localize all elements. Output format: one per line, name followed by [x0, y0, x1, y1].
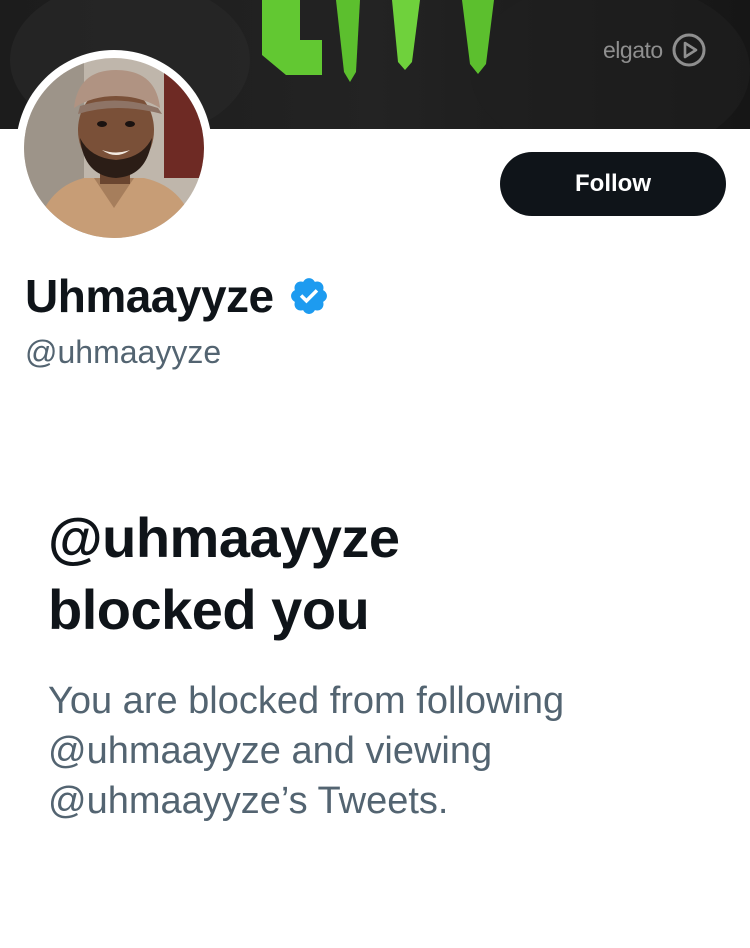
follow-button[interactable]: Follow [500, 152, 726, 216]
blocked-description: You are blocked from following @uhmaayyz… [48, 676, 708, 826]
profile-handle: @uhmaayyze [25, 334, 222, 370]
display-name: Uhmaayyze [25, 270, 274, 322]
elgato-brand: elgato [603, 32, 707, 68]
display-name-row: Uhmaayyze [25, 266, 330, 326]
avatar-photo [24, 58, 204, 238]
verified-badge-icon[interactable] [288, 275, 330, 317]
blocked-heading-line-1: @uhmaayyze [48, 506, 400, 569]
blocked-heading-line-2: blocked you [48, 578, 370, 641]
brand-text: elgato [603, 36, 663, 63]
blocked-heading: @uhmaayyze blocked you [48, 502, 708, 646]
blocked-description-line-1: You are blocked from following [48, 680, 565, 722]
profile-avatar[interactable] [16, 50, 212, 246]
blocked-description-line-2: @uhmaayyze and viewing [48, 730, 493, 772]
blocked-description-line-3: @uhmaayyze’s Tweets. [48, 780, 449, 822]
elgato-logo-icon [672, 33, 706, 67]
